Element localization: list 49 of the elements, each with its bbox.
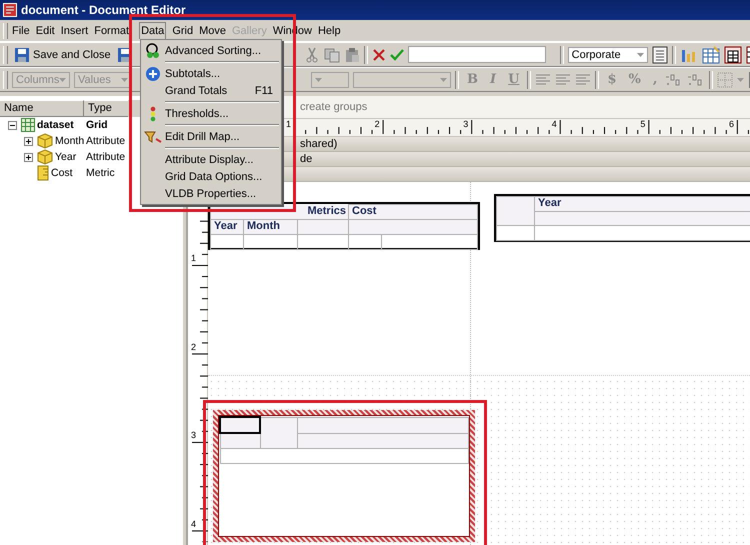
menu-item[interactable]: Help xyxy=(316,22,343,40)
window-title: document - Document Editor xyxy=(21,3,186,17)
grid-report[interactable]: Metrics Cost Year Month xyxy=(208,202,480,250)
menu-item[interactable]: Thresholds... xyxy=(141,105,281,122)
tree-item[interactable]: Year xyxy=(55,151,76,163)
style-dropdown[interactable]: Corporate xyxy=(568,46,648,62)
save-and-close-button[interactable]: Save and Close xyxy=(12,46,113,62)
ruler-number: 6 xyxy=(728,120,736,129)
menu-item[interactable]: Data xyxy=(139,22,166,39)
type-cell: Attribute xyxy=(86,151,126,163)
ruler-number: 4 xyxy=(550,120,558,129)
type-cell: Attribute xyxy=(86,135,126,147)
grid-report[interactable]: Year xyxy=(494,194,750,242)
ruler-number: 2 xyxy=(374,120,381,129)
drop-zone-hint: create groups xyxy=(300,101,368,113)
type-cell: Metric xyxy=(86,167,115,179)
menu-item[interactable]: Attribute Display... xyxy=(141,151,281,168)
table-header: Cost xyxy=(352,205,376,217)
menu-item[interactable]: Grid xyxy=(170,22,196,40)
menu-item[interactable]: Move xyxy=(197,22,228,40)
table-header: Year xyxy=(538,197,562,209)
table-header: Year xyxy=(214,220,238,232)
menu-item[interactable]: File xyxy=(10,22,32,40)
ruler-number: 4 xyxy=(191,520,196,528)
menu-item[interactable]: Format xyxy=(92,22,132,40)
table-header: Metrics xyxy=(307,204,346,216)
column-header[interactable]: Name xyxy=(0,100,84,117)
table-header: Month xyxy=(247,220,280,232)
column-header[interactable]: Type xyxy=(84,100,128,117)
section-title[interactable]: de xyxy=(300,153,312,165)
ruler-number: 3 xyxy=(462,120,470,129)
ruler-number: 2 xyxy=(191,342,196,352)
ruler-number: 1 xyxy=(191,254,196,263)
tree-item[interactable]: Month xyxy=(55,135,84,147)
tree-item[interactable]: Cost xyxy=(51,167,73,179)
ruler-number: 1 xyxy=(285,120,292,129)
menu-item[interactable]: Subtotals... xyxy=(141,65,281,82)
type-cell: Grid xyxy=(86,119,108,131)
ruler-number: 3 xyxy=(191,431,196,440)
menu-item[interactable]: Grid Data Options... xyxy=(141,168,281,185)
tree-item[interactable]: dataset xyxy=(37,119,74,131)
menu-item[interactable]: Advanced Sorting... xyxy=(141,42,281,59)
menu-item[interactable]: Grand Totals F11 xyxy=(141,82,281,99)
section-title[interactable]: shared) xyxy=(300,138,338,150)
menu-item[interactable]: Edit Drill Map... xyxy=(141,128,281,145)
menu-item[interactable]: Edit xyxy=(34,22,57,40)
menu-item[interactable]: VLDB Properties... xyxy=(141,185,281,202)
ruler-number: 5 xyxy=(639,120,646,129)
menu-item[interactable]: Insert xyxy=(58,22,90,40)
